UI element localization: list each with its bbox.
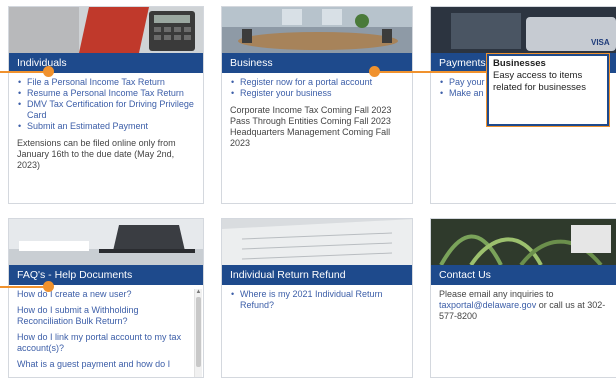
refund-link-where-is-refund[interactable]: Where is my 2021 Individual Return Refun…	[231, 289, 404, 311]
business-coming-soon-list: Corporate Income Tax Coming Fall 2023 Pa…	[230, 105, 404, 149]
business-header: Business	[222, 53, 412, 73]
contact-body: Please email any inquiries to taxportal@…	[431, 285, 616, 377]
contact-text: Please email any inquiries to taxportal@…	[439, 289, 611, 322]
faq-scrollbar[interactable]: ▲	[194, 289, 202, 377]
contact-header: Contact Us	[431, 265, 616, 285]
business-card: Business Register now for a portal accou…	[221, 6, 413, 204]
individuals-link-estimated-payment[interactable]: Submit an Estimated Payment	[18, 121, 195, 132]
refund-header: Individual Return Refund	[222, 265, 412, 285]
business-callout-dot	[369, 66, 380, 77]
payments-photo: VISA	[431, 7, 616, 53]
individuals-header: Individuals	[9, 53, 203, 73]
refund-card: Individual Return Refund Where is my 202…	[221, 218, 413, 378]
business-note-pass-through: Pass Through Entities Coming Fall 2023	[230, 116, 391, 126]
business-photo	[222, 7, 412, 53]
faq-header: FAQ's - Help Documents	[9, 265, 203, 285]
contact-text-before: Please email any inquiries to	[439, 289, 554, 299]
individuals-card: Individuals File a Personal Income Tax R…	[8, 6, 204, 204]
svg-text:VISA: VISA	[591, 38, 610, 47]
faq-question-create-user[interactable]: How do I create a new user?	[17, 289, 195, 300]
scroll-up-arrow-icon[interactable]: ▲	[195, 289, 202, 296]
business-link-register-business[interactable]: Register your business	[231, 88, 404, 99]
contact-card: Contact Us Please email any inquiries to…	[430, 218, 616, 378]
faq-question-link-account[interactable]: How do I link my portal account to my ta…	[17, 332, 195, 354]
business-callout-line	[375, 71, 487, 73]
individuals-link-file-return[interactable]: File a Personal Income Tax Return	[18, 77, 195, 88]
individuals-callout-dot	[43, 66, 54, 77]
faq-question-guest-payment[interactable]: What is a guest payment and how do I	[17, 359, 195, 370]
business-body: Register now for a portal account Regist…	[222, 73, 412, 203]
business-link-register-portal[interactable]: Register now for a portal account	[231, 77, 404, 88]
contact-photo	[431, 219, 616, 265]
individuals-callout-line	[0, 71, 48, 73]
refund-photo	[222, 219, 412, 265]
faq-scrollbar-thumb[interactable]	[196, 297, 201, 367]
individuals-body: File a Personal Income Tax Return Resume…	[9, 73, 203, 203]
refund-body: Where is my 2021 Individual Return Refun…	[222, 285, 412, 377]
faq-callout-line	[0, 286, 48, 288]
individuals-link-dmv-certification[interactable]: DMV Tax Certification for Driving Privil…	[18, 99, 195, 121]
individuals-link-resume-return[interactable]: Resume a Personal Income Tax Return	[18, 88, 195, 99]
faq-card: FAQ's - Help Documents How do I create a…	[8, 218, 204, 378]
tooltip-text: Easy access to items related for busines…	[493, 70, 586, 93]
contact-email-link[interactable]: taxportal@delaware.gov	[439, 300, 536, 310]
individuals-extension-note: Extensions can be filed online only from…	[17, 138, 176, 170]
faq-photo	[9, 219, 203, 265]
faq-callout-dot	[43, 281, 54, 292]
individuals-photo	[9, 7, 203, 53]
faq-question-withholding-bulk[interactable]: How do I submit a Withholding Reconcilia…	[17, 305, 195, 327]
business-note-headquarters: Headquarters Management Coming Fall 2023	[230, 127, 391, 148]
businesses-tooltip: Businesses Easy access to items related …	[486, 53, 610, 127]
faq-body: How do I create a new user? How do I sub…	[9, 285, 203, 377]
business-note-corporate: Corporate Income Tax Coming Fall 2023	[230, 105, 392, 115]
tooltip-title: Businesses	[493, 58, 546, 69]
